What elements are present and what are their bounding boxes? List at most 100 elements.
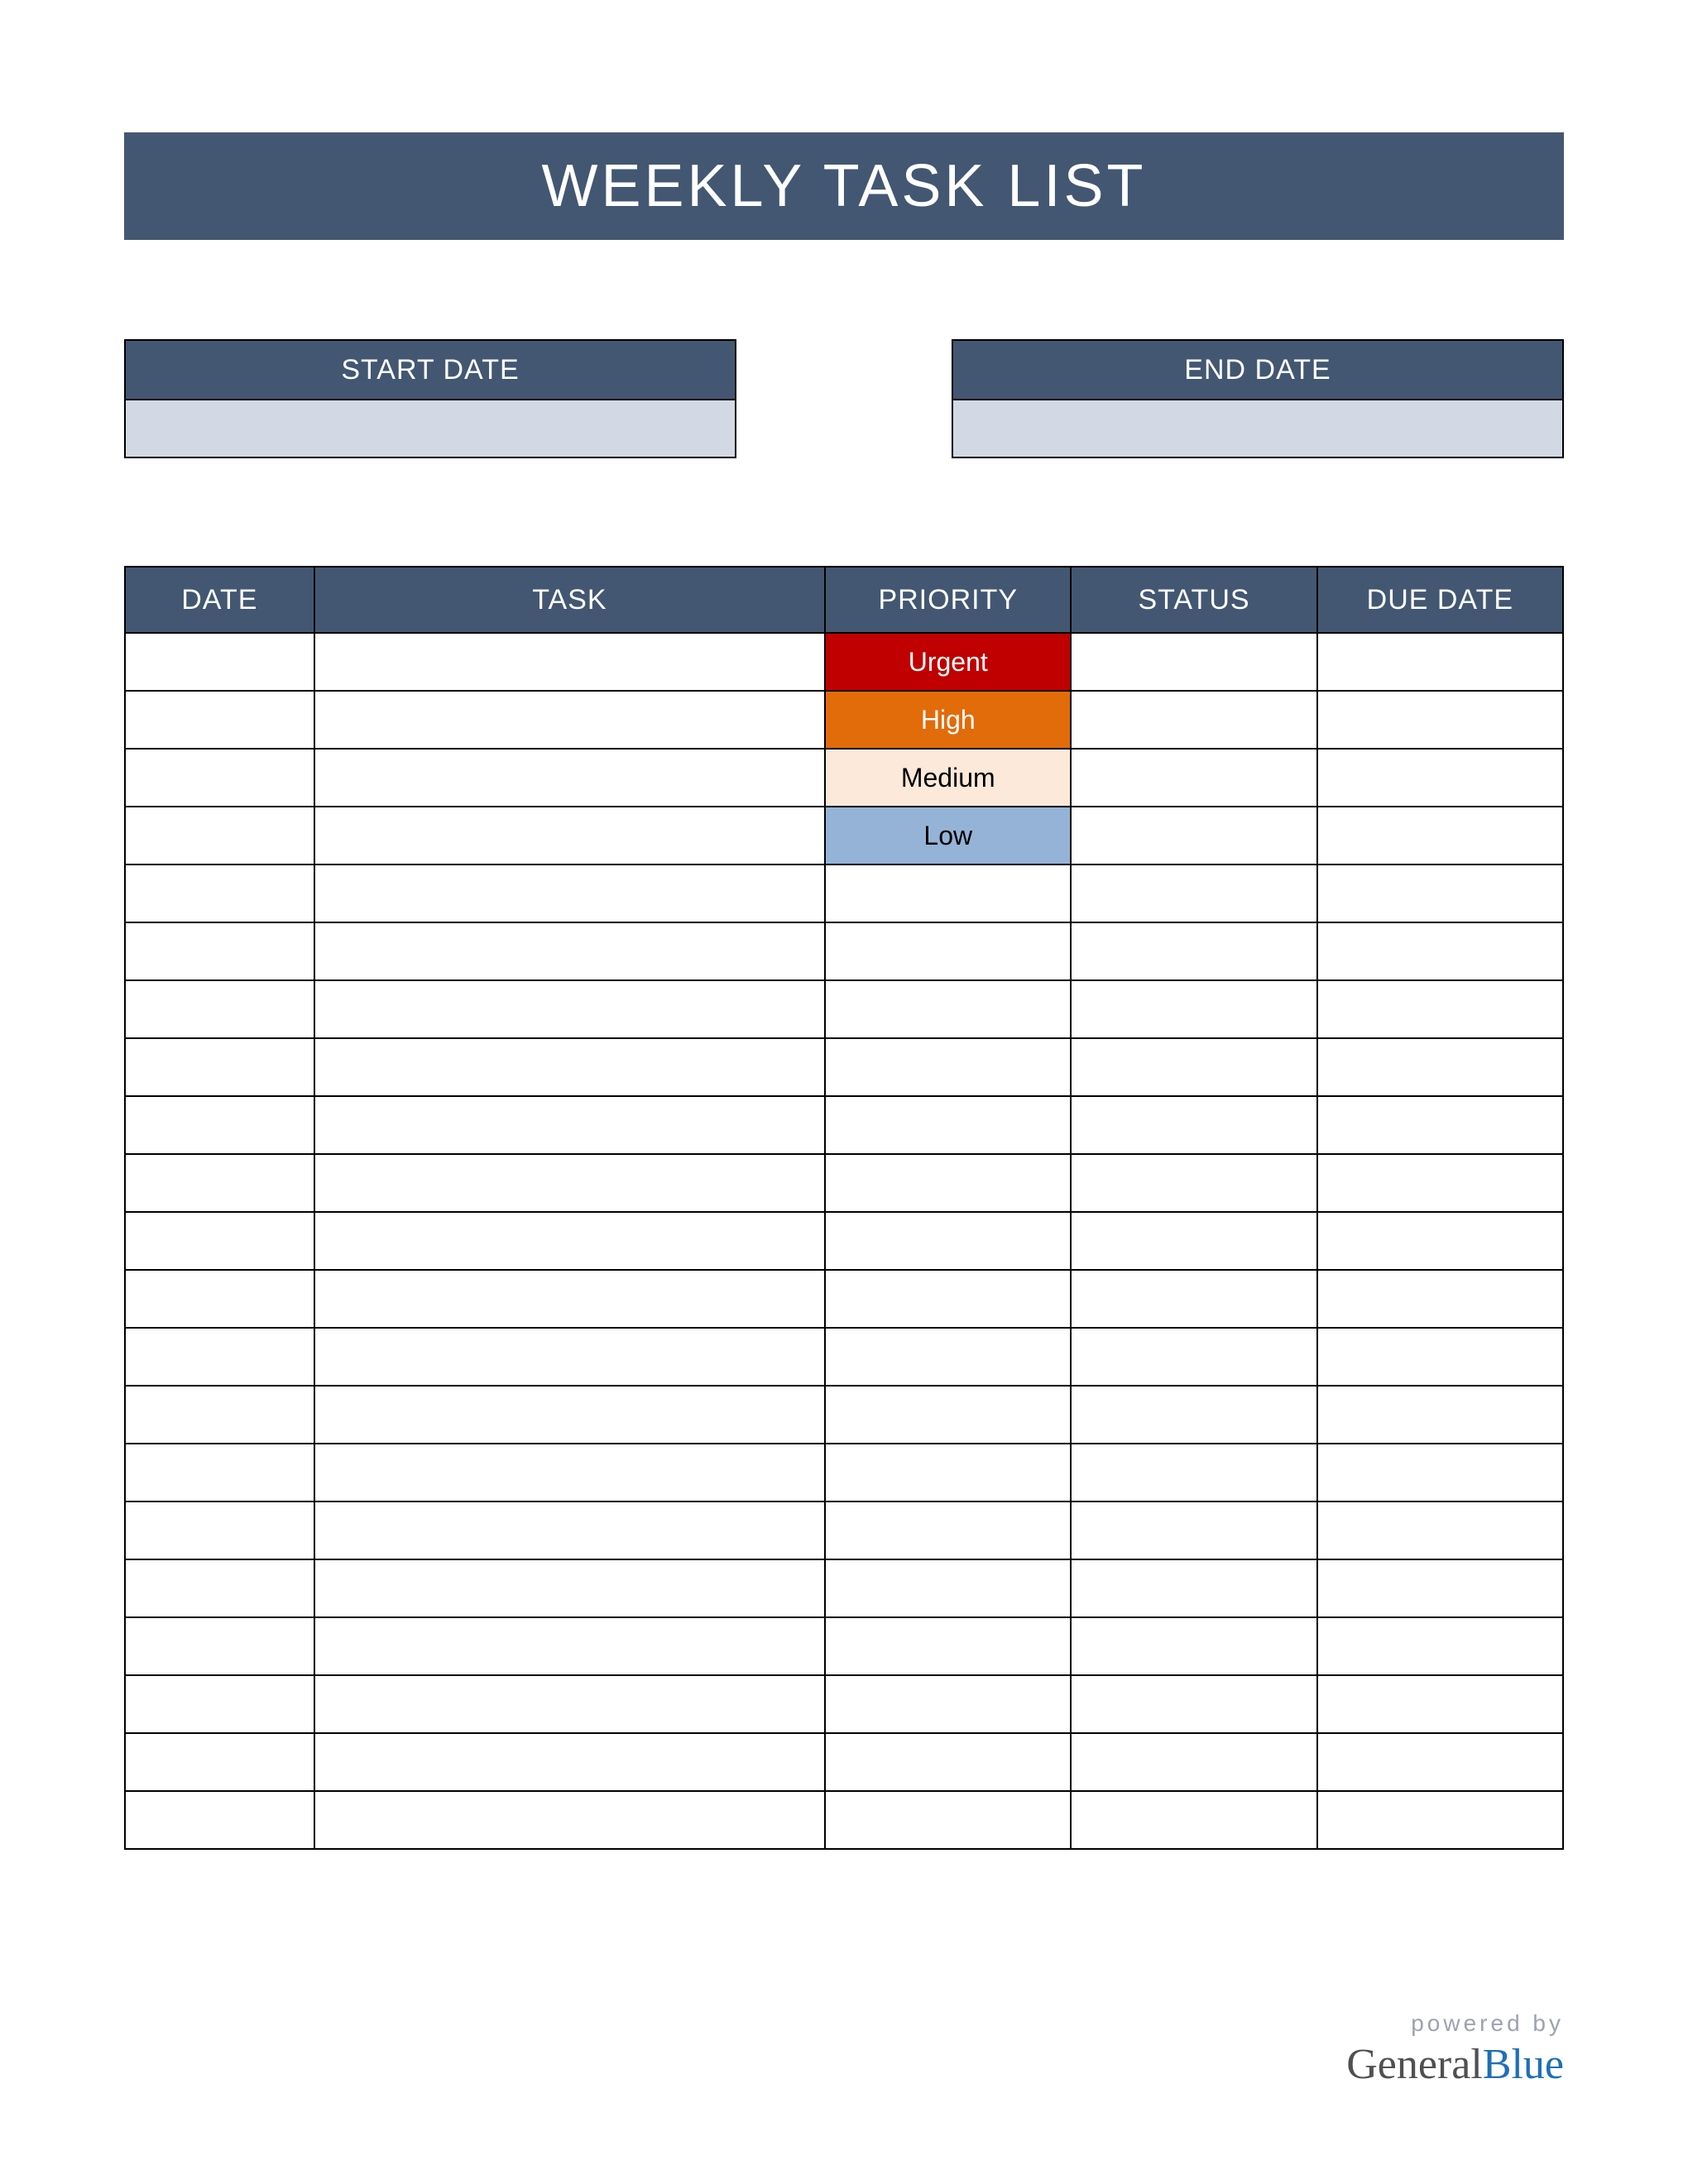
cell-due[interactable] xyxy=(1317,1212,1563,1270)
cell-priority[interactable] xyxy=(825,1270,1071,1328)
cell-status[interactable] xyxy=(1071,633,1316,691)
cell-task[interactable] xyxy=(314,980,825,1038)
cell-priority[interactable]: Medium xyxy=(825,749,1071,807)
cell-priority[interactable] xyxy=(825,864,1071,922)
cell-due[interactable] xyxy=(1317,1038,1563,1096)
cell-due[interactable] xyxy=(1317,1328,1563,1386)
cell-due[interactable] xyxy=(1317,807,1563,864)
cell-due[interactable] xyxy=(1317,980,1563,1038)
cell-task[interactable] xyxy=(314,1675,825,1733)
cell-priority[interactable]: Urgent xyxy=(825,633,1071,691)
cell-priority[interactable] xyxy=(825,1791,1071,1849)
cell-date[interactable] xyxy=(125,1791,314,1849)
cell-status[interactable] xyxy=(1071,1502,1316,1559)
cell-date[interactable] xyxy=(125,1212,314,1270)
cell-priority[interactable] xyxy=(825,1038,1071,1096)
cell-task[interactable] xyxy=(314,1559,825,1617)
cell-due[interactable] xyxy=(1317,1444,1563,1502)
cell-due[interactable] xyxy=(1317,749,1563,807)
cell-date[interactable] xyxy=(125,864,314,922)
cell-date[interactable] xyxy=(125,1096,314,1154)
end-date-value[interactable] xyxy=(952,399,1564,458)
cell-date[interactable] xyxy=(125,1270,314,1328)
cell-date[interactable] xyxy=(125,633,314,691)
cell-date[interactable] xyxy=(125,922,314,980)
cell-task[interactable] xyxy=(314,1386,825,1444)
cell-task[interactable] xyxy=(314,633,825,691)
cell-priority[interactable] xyxy=(825,1444,1071,1502)
cell-priority[interactable] xyxy=(825,1386,1071,1444)
cell-due[interactable] xyxy=(1317,1791,1563,1849)
cell-status[interactable] xyxy=(1071,1212,1316,1270)
cell-priority[interactable] xyxy=(825,1675,1071,1733)
cell-status[interactable] xyxy=(1071,691,1316,749)
cell-date[interactable] xyxy=(125,1328,314,1386)
cell-task[interactable] xyxy=(314,1212,825,1270)
cell-priority[interactable] xyxy=(825,1154,1071,1212)
cell-priority[interactable] xyxy=(825,1502,1071,1559)
start-date-value[interactable] xyxy=(124,399,736,458)
cell-task[interactable] xyxy=(314,1733,825,1791)
cell-status[interactable] xyxy=(1071,1617,1316,1675)
cell-due[interactable] xyxy=(1317,1154,1563,1212)
cell-task[interactable] xyxy=(314,1617,825,1675)
cell-task[interactable] xyxy=(314,864,825,922)
cell-date[interactable] xyxy=(125,1386,314,1444)
cell-status[interactable] xyxy=(1071,749,1316,807)
cell-status[interactable] xyxy=(1071,1791,1316,1849)
cell-due[interactable] xyxy=(1317,1502,1563,1559)
cell-status[interactable] xyxy=(1071,1444,1316,1502)
cell-date[interactable] xyxy=(125,749,314,807)
cell-priority[interactable] xyxy=(825,1617,1071,1675)
cell-task[interactable] xyxy=(314,749,825,807)
cell-due[interactable] xyxy=(1317,1675,1563,1733)
cell-due[interactable] xyxy=(1317,1270,1563,1328)
cell-date[interactable] xyxy=(125,1559,314,1617)
cell-status[interactable] xyxy=(1071,1675,1316,1733)
cell-due[interactable] xyxy=(1317,633,1563,691)
cell-status[interactable] xyxy=(1071,807,1316,864)
cell-status[interactable] xyxy=(1071,1096,1316,1154)
cell-due[interactable] xyxy=(1317,1559,1563,1617)
cell-task[interactable] xyxy=(314,807,825,864)
cell-status[interactable] xyxy=(1071,1270,1316,1328)
cell-date[interactable] xyxy=(125,1733,314,1791)
cell-date[interactable] xyxy=(125,1038,314,1096)
cell-due[interactable] xyxy=(1317,1096,1563,1154)
cell-date[interactable] xyxy=(125,807,314,864)
cell-task[interactable] xyxy=(314,691,825,749)
cell-status[interactable] xyxy=(1071,1328,1316,1386)
cell-status[interactable] xyxy=(1071,1154,1316,1212)
cell-priority[interactable] xyxy=(825,1328,1071,1386)
cell-priority[interactable] xyxy=(825,980,1071,1038)
cell-priority[interactable] xyxy=(825,1212,1071,1270)
cell-date[interactable] xyxy=(125,1154,314,1212)
cell-status[interactable] xyxy=(1071,1386,1316,1444)
cell-task[interactable] xyxy=(314,922,825,980)
cell-priority[interactable]: High xyxy=(825,691,1071,749)
cell-task[interactable] xyxy=(314,1038,825,1096)
cell-task[interactable] xyxy=(314,1328,825,1386)
cell-priority[interactable] xyxy=(825,1733,1071,1791)
cell-priority[interactable] xyxy=(825,1096,1071,1154)
cell-date[interactable] xyxy=(125,980,314,1038)
cell-status[interactable] xyxy=(1071,1733,1316,1791)
cell-due[interactable] xyxy=(1317,1386,1563,1444)
cell-priority[interactable] xyxy=(825,922,1071,980)
cell-date[interactable] xyxy=(125,1444,314,1502)
cell-status[interactable] xyxy=(1071,1559,1316,1617)
cell-due[interactable] xyxy=(1317,1617,1563,1675)
cell-status[interactable] xyxy=(1071,980,1316,1038)
cell-due[interactable] xyxy=(1317,864,1563,922)
cell-date[interactable] xyxy=(125,691,314,749)
cell-date[interactable] xyxy=(125,1617,314,1675)
cell-task[interactable] xyxy=(314,1154,825,1212)
cell-priority[interactable]: Low xyxy=(825,807,1071,864)
cell-task[interactable] xyxy=(314,1270,825,1328)
cell-task[interactable] xyxy=(314,1444,825,1502)
cell-task[interactable] xyxy=(314,1791,825,1849)
cell-status[interactable] xyxy=(1071,864,1316,922)
cell-due[interactable] xyxy=(1317,1733,1563,1791)
cell-task[interactable] xyxy=(314,1096,825,1154)
cell-status[interactable] xyxy=(1071,922,1316,980)
